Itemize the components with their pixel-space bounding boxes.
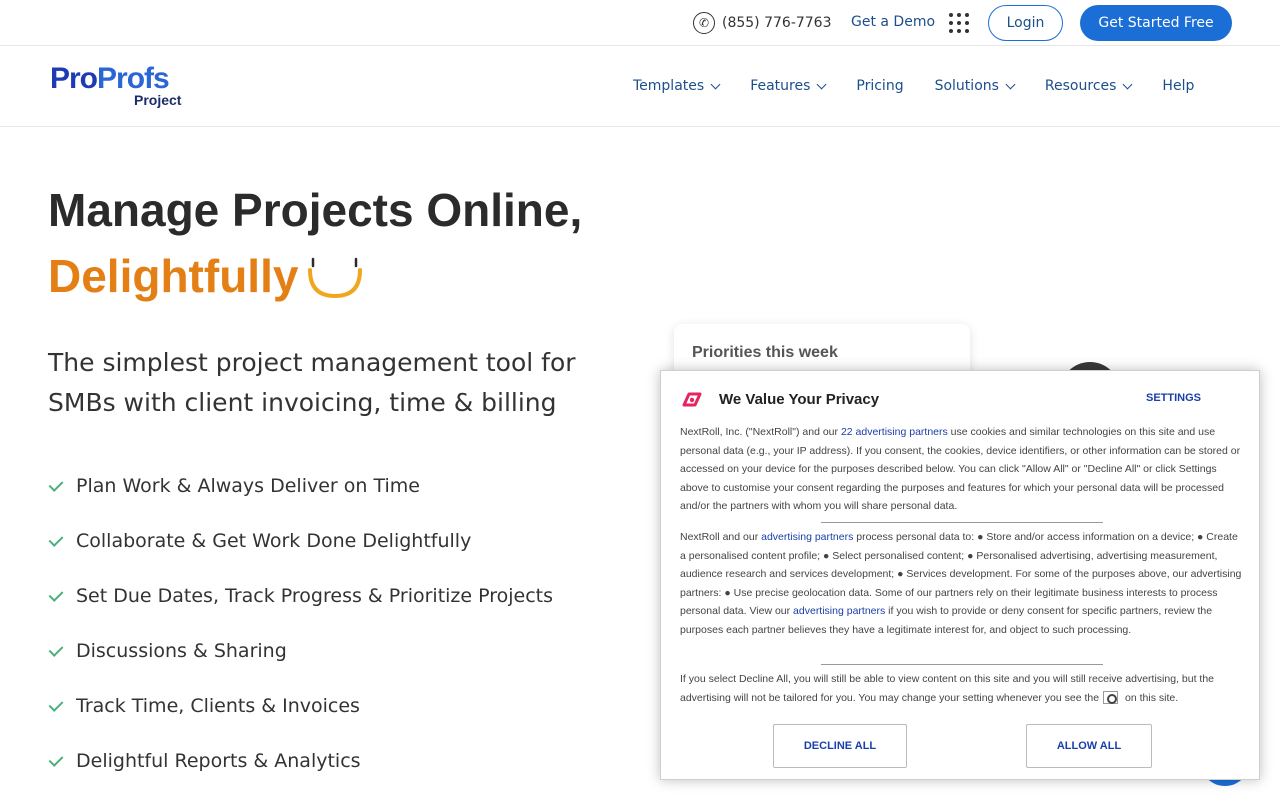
consent-settings-icon <box>1103 691 1119 705</box>
nav-item-features[interactable]: Features <box>750 75 827 97</box>
privacy-consent-dialog: We Value Your Privacy SETTINGS NextRoll,… <box>660 370 1260 780</box>
main-nav: ProProfs Project Templates Features Pric… <box>0 46 1280 127</box>
chevron-down-icon <box>816 79 827 89</box>
nav-label: Features <box>750 78 811 94</box>
nav-item-templates[interactable]: Templates <box>633 75 721 97</box>
list-item: Delightful Reports & Analytics <box>48 733 553 788</box>
check-icon <box>48 588 64 604</box>
hero-subtitle: The simplest project management tool for… <box>48 348 576 417</box>
priorities-card-title: Priorities this week <box>692 344 838 361</box>
check-icon <box>48 478 64 494</box>
list-item: Collaborate & Get Work Done Delightfully <box>48 513 553 568</box>
divider <box>821 664 1103 665</box>
hero-title-accent: Delightfully <box>48 250 299 302</box>
nav-label: Templates <box>633 78 705 94</box>
nav-menu: Templates Features Pricing Solutions Res… <box>633 75 1194 97</box>
hero-title: Manage Projects Online, <box>48 184 583 236</box>
nav-item-solutions[interactable]: Solutions <box>934 75 1016 97</box>
feature-text: Set Due Dates, Track Progress & Prioriti… <box>76 584 554 607</box>
nav-label: Solutions <box>934 78 999 94</box>
consent-paragraph-2: NextRoll and our advertising partners pr… <box>680 528 1245 639</box>
login-button[interactable]: Login <box>988 5 1063 41</box>
phone-link[interactable]: ✆ (855) 776-7763 <box>693 11 832 35</box>
feature-text: Discussions & Sharing <box>76 639 287 662</box>
feature-text: Plan Work & Always Deliver on Time <box>76 474 420 497</box>
logo-product-name: Project <box>134 92 182 108</box>
feature-list: Plan Work & Always Deliver on Time Colla… <box>48 458 553 788</box>
chevron-down-icon <box>710 79 721 89</box>
get-started-button[interactable]: Get Started Free <box>1080 5 1232 41</box>
chevron-down-icon <box>1122 79 1133 89</box>
nav-label: Help <box>1162 78 1195 94</box>
consent-text: NextRoll and our <box>680 531 762 543</box>
logo-text-pro: Pro <box>50 62 98 95</box>
allow-all-button[interactable]: ALLOW ALL <box>1026 724 1152 768</box>
feature-text: Track Time, Clients & Invoices <box>76 694 360 717</box>
advertising-partners-link[interactable]: 22 advertising partners <box>841 426 948 438</box>
list-item: Track Time, Clients & Invoices <box>48 678 553 733</box>
nav-item-pricing[interactable]: Pricing <box>856 75 903 97</box>
nav-label: Pricing <box>856 78 904 94</box>
advertising-partners-link[interactable]: advertising partners <box>761 531 853 543</box>
list-item: Plan Work & Always Deliver on Time <box>48 458 553 513</box>
smiley-icon <box>308 257 362 299</box>
check-icon <box>48 698 64 714</box>
nav-item-resources[interactable]: Resources <box>1044 75 1133 97</box>
check-icon <box>48 753 64 769</box>
list-item: Set Due Dates, Track Progress & Prioriti… <box>48 568 553 623</box>
grid-icon[interactable] <box>949 13 969 33</box>
nextroll-logo-icon <box>682 392 702 407</box>
consent-text: use cookies and similar technologies on … <box>680 426 1241 512</box>
consent-paragraph-3: If you select Decline All, you will stil… <box>680 670 1245 707</box>
consent-text: NextRoll, Inc. ("NextRoll") and our <box>680 426 841 438</box>
consent-title: We Value Your Privacy <box>719 391 880 408</box>
settings-link[interactable]: SETTINGS <box>1146 392 1201 404</box>
chevron-down-icon <box>1005 79 1016 89</box>
feature-text: Collaborate & Get Work Done Delightfully <box>76 529 472 552</box>
logo-text-profs: Profs <box>97 62 170 95</box>
decline-all-button[interactable]: DECLINE ALL <box>773 724 907 768</box>
utility-bar: ✆ (855) 776-7763 Get a Demo Login Get St… <box>0 0 1280 46</box>
consent-text: on this site. <box>1122 691 1179 704</box>
proprofs-project-logo[interactable]: ProProfs Project <box>50 62 190 112</box>
consent-paragraph-1: NextRoll, Inc. ("NextRoll") and our 22 a… <box>680 423 1245 516</box>
nav-item-help[interactable]: Help <box>1162 75 1194 97</box>
check-icon <box>48 643 64 659</box>
check-icon <box>48 533 64 549</box>
nav-label: Resources <box>1044 78 1117 94</box>
phone-icon: ✆ <box>693 12 715 34</box>
advertising-partners-link[interactable]: advertising partners <box>793 605 885 617</box>
feature-text: Delightful Reports & Analytics <box>76 749 361 772</box>
list-item: Discussions & Sharing <box>48 623 553 678</box>
divider <box>821 522 1103 523</box>
get-demo-link[interactable]: Get a Demo <box>851 14 935 30</box>
phone-number: (855) 776-7763 <box>722 15 832 31</box>
